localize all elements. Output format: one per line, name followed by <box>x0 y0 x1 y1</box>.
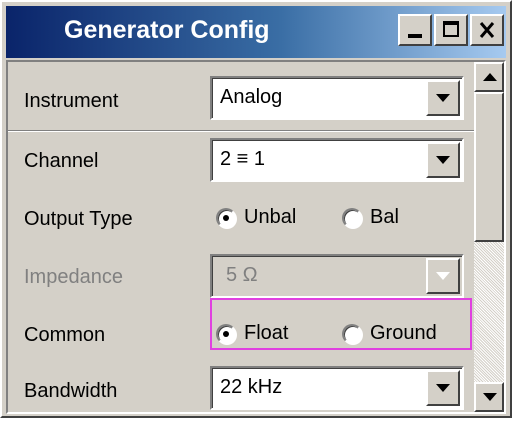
channel-combobox[interactable]: 2 ≡ 1 <box>210 138 464 182</box>
bandwidth-value: 22 kHz <box>220 376 283 398</box>
chevron-down-icon <box>436 272 450 280</box>
instrument-value: Analog <box>220 86 283 108</box>
window-title: Generator Config <box>64 16 270 44</box>
common-ground-label: Ground <box>370 322 437 345</box>
arrow-down-icon <box>483 393 497 401</box>
output-type-unbal-radio[interactable]: Unbal <box>216 206 296 229</box>
chevron-down-icon <box>436 384 450 392</box>
instrument-dropdown-button[interactable] <box>426 80 460 116</box>
channel-label: Channel <box>24 150 99 172</box>
output-type-bal-label: Bal <box>370 206 399 229</box>
panel-body: Instrument Analog Channel 2 ≡ 1 Output T… <box>6 60 506 414</box>
scroll-thumb[interactable] <box>474 92 504 242</box>
radio-selected-icon <box>216 323 236 344</box>
close-button[interactable] <box>470 14 504 46</box>
common-label: Common <box>24 324 106 346</box>
scroll-up-button[interactable] <box>474 62 504 92</box>
close-icon <box>479 22 495 38</box>
minimize-icon <box>408 34 422 38</box>
vertical-scrollbar[interactable] <box>474 62 504 412</box>
minimize-button[interactable] <box>398 14 432 46</box>
bandwidth-dropdown-button[interactable] <box>426 370 460 406</box>
radio-unselected-icon <box>342 323 362 344</box>
impedance-value: 5 Ω <box>226 264 258 286</box>
bandwidth-combobox[interactable]: 22 kHz <box>210 366 464 410</box>
common-ground-radio[interactable]: Ground <box>342 322 437 345</box>
impedance-label: Impedance <box>24 266 123 288</box>
impedance-dropdown-button <box>426 258 460 294</box>
chevron-down-icon <box>436 94 450 102</box>
output-type-unbal-label: Unbal <box>244 206 297 229</box>
channel-value: 2 ≡ 1 <box>220 148 266 170</box>
title-bar[interactable]: Generator Config <box>6 6 506 58</box>
arrow-up-icon <box>483 73 497 81</box>
chevron-down-icon <box>436 156 450 164</box>
maximize-icon <box>443 21 459 37</box>
maximize-button[interactable] <box>434 14 468 46</box>
channel-dropdown-button[interactable] <box>426 142 460 178</box>
output-type-bal-radio[interactable]: Bal <box>342 206 399 229</box>
generator-config-window: Generator Config Instrument Analog Chann… <box>0 0 512 418</box>
impedance-combobox: 5 Ω <box>210 254 464 298</box>
instrument-label: Instrument <box>24 90 119 112</box>
bandwidth-label: Bandwidth <box>24 380 118 402</box>
scroll-down-button[interactable] <box>474 382 504 412</box>
radio-selected-icon <box>216 207 236 228</box>
common-float-label: Float <box>244 322 289 345</box>
radio-unselected-icon <box>342 207 362 228</box>
divider <box>8 130 474 132</box>
form-content: Instrument Analog Channel 2 ≡ 1 Output T… <box>8 62 474 412</box>
common-float-radio[interactable]: Float <box>216 322 288 345</box>
output-type-label: Output Type <box>24 208 133 230</box>
instrument-combobox[interactable]: Analog <box>210 76 464 120</box>
